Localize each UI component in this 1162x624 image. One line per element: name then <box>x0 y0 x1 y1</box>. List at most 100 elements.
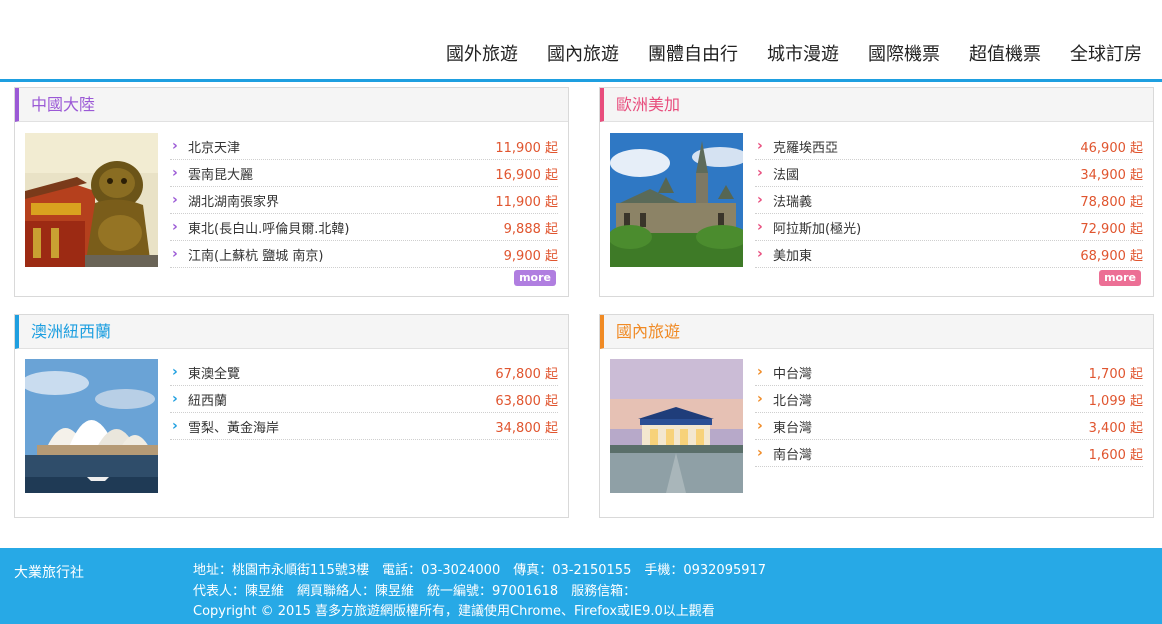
chevron-right-icon: › <box>172 138 178 154</box>
panel-title[interactable]: 澳洲紐西蘭 <box>15 315 568 349</box>
footer-line-contact: 地址：桃園市永順街115號3樓 電話：03-3024000 傳真：03-2150… <box>193 563 767 578</box>
destination-name[interactable]: 東澳全覽 <box>188 363 495 382</box>
list-item[interactable]: › 東北(長白山.呼倫貝爾.北韓) 9,888 起 <box>170 214 558 241</box>
destination-name[interactable]: 東北(長白山.呼倫貝爾.北韓) <box>188 218 504 237</box>
destination-price: 63,800 起 <box>495 393 558 409</box>
nav-item-group-free-travel[interactable]: 團體自由行 <box>648 40 738 66</box>
sydney-opera-house-photo[interactable] <box>25 359 158 493</box>
destination-panel-domestic: 國內旅遊 › 中台灣 1,700 起 › 北台灣 1,099 起 › 東台灣 3,400 起 › 南… <box>599 314 1154 518</box>
footer-contact-info: 地址：桃園市永順街115號3樓 電話：03-3024000 傳真：03-2150… <box>193 561 766 623</box>
chevron-right-icon: › <box>172 391 178 407</box>
chevron-right-icon: › <box>172 246 178 262</box>
destination-price: 78,800 起 <box>1080 194 1143 210</box>
more-button[interactable]: more <box>514 270 556 286</box>
destination-price: 9,900 起 <box>503 248 558 264</box>
list-item[interactable]: › 法瑞義 78,800 起 <box>755 187 1143 214</box>
site-footer: 大業旅行社 地址：桃園市永順街115號3樓 電話：03-3024000 傳真：0… <box>0 548 1162 624</box>
destination-price: 1,600 起 <box>1088 447 1143 463</box>
list-item[interactable]: › 南台灣 1,600 起 <box>755 440 1143 467</box>
destination-price: 16,900 起 <box>495 167 558 183</box>
panel-title[interactable]: 歐洲美加 <box>600 88 1153 122</box>
nav-item-domestic-travel[interactable]: 國內旅遊 <box>547 40 619 66</box>
destination-name[interactable]: 雲南昆大麗 <box>188 164 495 183</box>
chevron-right-icon: › <box>757 165 763 181</box>
chevron-right-icon: › <box>757 391 763 407</box>
chevron-right-icon: › <box>757 418 763 434</box>
destination-list: › 克羅埃西亞 46,900 起 › 法國 34,900 起 › 法瑞義 78,800 起 › 阿拉… <box>755 133 1143 268</box>
list-item[interactable]: › 雪梨、黃金海岸 34,800 起 <box>170 413 558 440</box>
footer-brand: 大業旅行社 <box>14 565 84 581</box>
destination-list: › 北京天津 11,900 起 › 雲南昆大麗 16,900 起 › 湖北湖南張家界 11,90… <box>170 133 558 268</box>
destination-price: 72,900 起 <box>1080 221 1143 237</box>
chevron-right-icon: › <box>757 445 763 461</box>
destination-price: 1,099 起 <box>1088 393 1143 409</box>
destination-name[interactable]: 東台灣 <box>773 417 1089 436</box>
destination-price: 11,900 起 <box>495 140 558 156</box>
destination-name[interactable]: 雪梨、黃金海岸 <box>188 417 495 436</box>
destination-price: 67,800 起 <box>495 366 558 382</box>
destination-price: 34,900 起 <box>1080 167 1143 183</box>
chevron-right-icon: › <box>757 246 763 262</box>
list-item[interactable]: › 美加東 68,900 起 <box>755 241 1143 268</box>
panel-title[interactable]: 國內旅遊 <box>600 315 1153 349</box>
list-item[interactable]: › 紐西蘭 63,800 起 <box>170 386 558 413</box>
destination-panel-australia-nz: 澳洲紐西蘭 › 東澳全覽 67,800 起 › 紐西蘭 63,800 起 › 雪梨、黃金海岸 3… <box>14 314 569 518</box>
list-item[interactable]: › 克羅埃西亞 46,900 起 <box>755 133 1143 160</box>
destination-name[interactable]: 紐西蘭 <box>188 390 495 409</box>
top-navigation: 國外旅遊 國內旅遊 團體自由行 城市漫遊 國際機票 超值機票 全球訂房 <box>0 0 1162 82</box>
list-item[interactable]: › 法國 34,900 起 <box>755 160 1143 187</box>
panel-title[interactable]: 中國大陸 <box>15 88 568 122</box>
destination-name[interactable]: 阿拉斯加(極光) <box>773 218 1080 237</box>
chevron-right-icon: › <box>757 219 763 235</box>
destination-name[interactable]: 湖北湖南張家界 <box>188 191 495 210</box>
list-item[interactable]: › 江南(上蘇杭 鹽城 南京) 9,900 起 <box>170 241 558 268</box>
destination-price: 46,900 起 <box>1080 140 1143 156</box>
chevron-right-icon: › <box>757 138 763 154</box>
list-item[interactable]: › 東澳全覽 67,800 起 <box>170 359 558 386</box>
destination-panel-china: 中國大陸 › 北京天津 11,900 起 › 雲南昆大麗 16,900 起 › 湖北湖南張家界… <box>14 87 569 297</box>
destination-name[interactable]: 北京天津 <box>188 137 495 156</box>
destination-name[interactable]: 法國 <box>773 164 1080 183</box>
chevron-right-icon: › <box>757 192 763 208</box>
memorial-hall-photo[interactable] <box>610 359 743 493</box>
chevron-right-icon: › <box>172 192 178 208</box>
nav-item-city-tour[interactable]: 城市漫遊 <box>767 40 839 66</box>
chevron-right-icon: › <box>172 418 178 434</box>
destination-name[interactable]: 克羅埃西亞 <box>773 137 1080 156</box>
destination-price: 9,888 起 <box>503 221 558 237</box>
destination-price: 1,700 起 <box>1088 366 1143 382</box>
nav-item-intl-flights[interactable]: 國際機票 <box>868 40 940 66</box>
chevron-right-icon: › <box>172 364 178 380</box>
nav-item-deal-flights[interactable]: 超值機票 <box>969 40 1041 66</box>
list-item[interactable]: › 阿拉斯加(極光) 72,900 起 <box>755 214 1143 241</box>
destination-list: › 中台灣 1,700 起 › 北台灣 1,099 起 › 東台灣 3,400 起 › 南台灣 1,6… <box>755 359 1143 467</box>
destination-name[interactable]: 南台灣 <box>773 444 1089 463</box>
destination-list: › 東澳全覽 67,800 起 › 紐西蘭 63,800 起 › 雪梨、黃金海岸 34,800 … <box>170 359 558 440</box>
chevron-right-icon: › <box>172 165 178 181</box>
parliament-hill-photo[interactable] <box>610 133 743 267</box>
chevron-right-icon: › <box>757 364 763 380</box>
destination-name[interactable]: 江南(上蘇杭 鹽城 南京) <box>188 245 504 264</box>
destination-name[interactable]: 美加東 <box>773 245 1080 264</box>
more-button[interactable]: more <box>1099 270 1141 286</box>
list-item[interactable]: › 中台灣 1,700 起 <box>755 359 1143 386</box>
footer-line-copyright: Copyright © 2015 喜多方旅遊網版權所有，建議使用Chrome、F… <box>193 604 715 619</box>
destination-name[interactable]: 北台灣 <box>773 390 1089 409</box>
list-item[interactable]: › 北京天津 11,900 起 <box>170 133 558 160</box>
nav-item-overseas-travel[interactable]: 國外旅遊 <box>446 40 518 66</box>
destination-name[interactable]: 中台灣 <box>773 363 1089 382</box>
list-item[interactable]: › 東台灣 3,400 起 <box>755 413 1143 440</box>
forbidden-city-lion-photo[interactable] <box>25 133 158 267</box>
destination-price: 11,900 起 <box>495 194 558 210</box>
list-item[interactable]: › 北台灣 1,099 起 <box>755 386 1143 413</box>
destination-price: 34,800 起 <box>495 420 558 436</box>
list-item[interactable]: › 湖北湖南張家界 11,900 起 <box>170 187 558 214</box>
nav-item-global-hotels[interactable]: 全球訂房 <box>1070 40 1142 66</box>
destination-price: 3,400 起 <box>1088 420 1143 436</box>
main-menu: 國外旅遊 國內旅遊 團體自由行 城市漫遊 國際機票 超值機票 全球訂房 <box>417 40 1142 66</box>
destination-panel-europe-america: 歐洲美加 › 克羅埃西亞 46,900 起 › 法國 34,900 起 › 法瑞義 78,800… <box>599 87 1154 297</box>
chevron-right-icon: › <box>172 219 178 235</box>
destination-price: 68,900 起 <box>1080 248 1143 264</box>
destination-name[interactable]: 法瑞義 <box>773 191 1080 210</box>
list-item[interactable]: › 雲南昆大麗 16,900 起 <box>170 160 558 187</box>
